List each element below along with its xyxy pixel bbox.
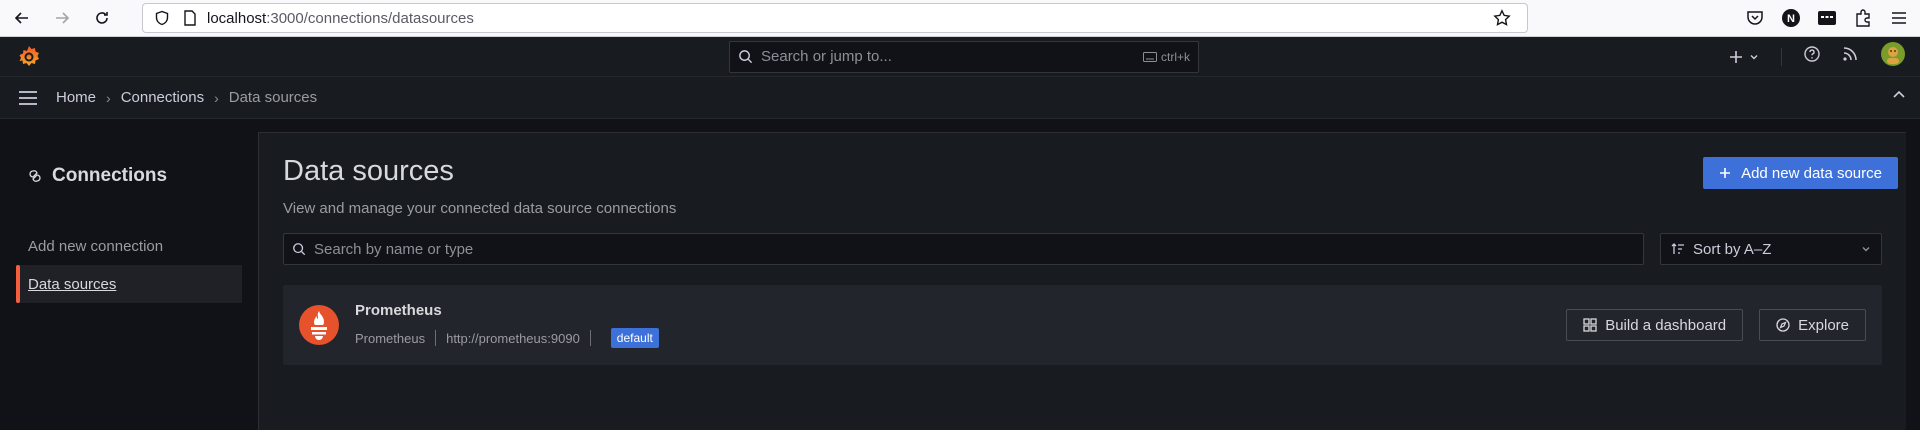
bookmark-star-icon[interactable] (1491, 7, 1513, 29)
plus-icon (1720, 168, 1731, 178)
datasource-card[interactable]: Prometheus Prometheus http://prometheus:… (283, 285, 1882, 365)
apps-grid-icon (1583, 318, 1597, 332)
account-avatar[interactable]: N (1780, 7, 1802, 29)
page-icon (179, 7, 201, 29)
global-search-input[interactable]: Search or jump to... ctrl+k (729, 40, 1199, 73)
datasource-url: http://prometheus:9090 (446, 330, 580, 346)
add-new-data-source-button[interactable]: Add new data source (1703, 157, 1898, 189)
collapse-topbar-button[interactable] (1892, 88, 1906, 107)
news-feed-icon[interactable] (1842, 46, 1858, 67)
breadcrumb-current: Data sources (228, 89, 318, 106)
plus-icon (1730, 50, 1742, 63)
user-avatar[interactable] (1880, 41, 1906, 72)
svg-text:N: N (1787, 13, 1795, 25)
datasource-type: Prometheus (355, 330, 426, 346)
forward-arrow-icon (56, 12, 70, 24)
grafana-logo-icon[interactable] (0, 44, 58, 70)
sort-icon (1671, 243, 1684, 254)
hamburger-menu-icon[interactable] (1888, 7, 1910, 29)
explore-button[interactable]: Explore (1759, 309, 1866, 341)
connections-icon (29, 170, 41, 182)
pocket-icon[interactable] (1744, 7, 1766, 29)
page-subtitle: View and manage your connected data sour… (283, 200, 677, 217)
breadcrumb-separator: › (106, 89, 111, 106)
datasource-search-input[interactable]: Search by name or type (283, 233, 1644, 265)
help-icon[interactable] (1804, 46, 1820, 67)
main-content: Data sources View and manage your connec… (258, 132, 1906, 430)
browser-toolbar: localhost:3000/connections/datasources N (0, 0, 1920, 37)
divider (435, 330, 437, 346)
prometheus-logo-icon (299, 305, 339, 345)
breadcrumb-connections[interactable]: Connections (121, 89, 204, 106)
section-nav-title: Connections (28, 165, 242, 187)
sort-select[interactable]: Sort by A–Z (1660, 233, 1882, 265)
search-icon (293, 243, 306, 256)
chevron-up-icon (1893, 90, 1905, 98)
breadcrumb-bar: Home › Connections › Data sources (0, 77, 1920, 119)
back-button[interactable] (4, 3, 40, 33)
divider (589, 330, 591, 346)
open-menu-button[interactable] (0, 90, 56, 106)
section-nav-data-sources[interactable]: Data sources (16, 265, 242, 303)
keyboard-icon (1142, 51, 1157, 62)
datasource-meta: Prometheus http://prometheus:9090 defaul… (355, 328, 659, 348)
address-bar[interactable]: localhost:3000/connections/datasources (142, 3, 1528, 33)
puzzle-icon[interactable] (1852, 7, 1874, 29)
reload-button[interactable] (84, 3, 120, 33)
breadcrumb-separator: › (214, 89, 219, 106)
search-placeholder: Search by name or type (314, 240, 474, 258)
breadcrumb-home[interactable]: Home (56, 89, 96, 106)
search-placeholder: Search or jump to... (761, 48, 892, 65)
section-nav: Connections Add new connection Data sour… (0, 119, 258, 430)
chevron-down-icon (1750, 54, 1758, 59)
hamburger-icon (19, 90, 37, 105)
reload-icon (96, 12, 108, 24)
shield-icon (151, 7, 173, 29)
section-nav-add-new-connection[interactable]: Add new connection (16, 227, 242, 265)
grafana-topbar: Search or jump to... ctrl+k (0, 37, 1920, 77)
search-icon (739, 50, 753, 64)
back-arrow-icon (14, 12, 28, 24)
forward-button[interactable] (44, 3, 80, 33)
url-text: localhost:3000/connections/datasources (207, 9, 474, 27)
build-dashboard-button[interactable]: Build a dashboard (1566, 309, 1744, 341)
chevron-down-icon (1862, 247, 1870, 252)
page-title: Data sources (283, 155, 454, 187)
new-menu-button[interactable] (1729, 50, 1759, 64)
extension-icon[interactable] (1816, 7, 1838, 29)
default-badge: default (610, 328, 659, 348)
page-body: Connections Add new connection Data sour… (0, 119, 1920, 430)
keyboard-shortcut: ctrl+k (1142, 50, 1190, 64)
divider (1781, 47, 1782, 66)
breadcrumb: Home › Connections › Data sources (56, 89, 317, 106)
compass-icon (1776, 318, 1790, 332)
datasource-name[interactable]: Prometheus (355, 302, 659, 319)
